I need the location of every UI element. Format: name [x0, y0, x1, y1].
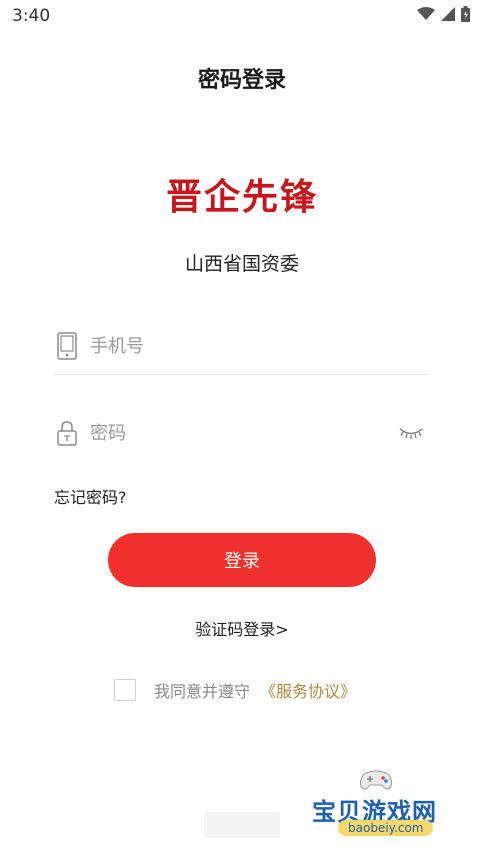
password-field: [54, 405, 430, 461]
app-logo: 晋企先锋: [165, 177, 318, 218]
status-time: 3:40: [12, 6, 51, 26]
watermark-logo: 宝贝游戏网 baobeiy.com: [306, 768, 456, 848]
login-button[interactable]: 登录: [108, 533, 376, 587]
agreement-text: 我同意并遵守: [154, 682, 251, 701]
wifi-icon: [417, 7, 435, 20]
battery-icon: [461, 6, 470, 22]
status-icons: [417, 6, 470, 22]
service-agreement-link[interactable]: 《服务协议》: [260, 678, 356, 702]
password-input[interactable]: [88, 421, 398, 445]
status-bar: 3:40: [0, 0, 484, 34]
sms-code-login-link[interactable]: 验证码登录>: [0, 616, 484, 640]
signal-icon: [441, 7, 455, 21]
page-title: 密码登录: [197, 68, 286, 93]
watermark-url: baobeiy.com: [338, 820, 434, 836]
phone-field: [54, 318, 430, 375]
phone-input[interactable]: [88, 334, 430, 358]
home-indicator: [204, 812, 280, 838]
phone-icon: [54, 331, 80, 361]
lock-icon: [54, 418, 80, 448]
gamepad-icon: [359, 770, 393, 790]
forgot-password-link[interactable]: 忘记密码?: [54, 484, 127, 508]
organization-name: 山西省国资委: [184, 253, 299, 275]
agreement-checkbox[interactable]: [114, 679, 136, 701]
agreement-row: 我同意并遵守 《服务协议》: [114, 678, 356, 702]
eye-closed-icon[interactable]: [398, 423, 424, 443]
